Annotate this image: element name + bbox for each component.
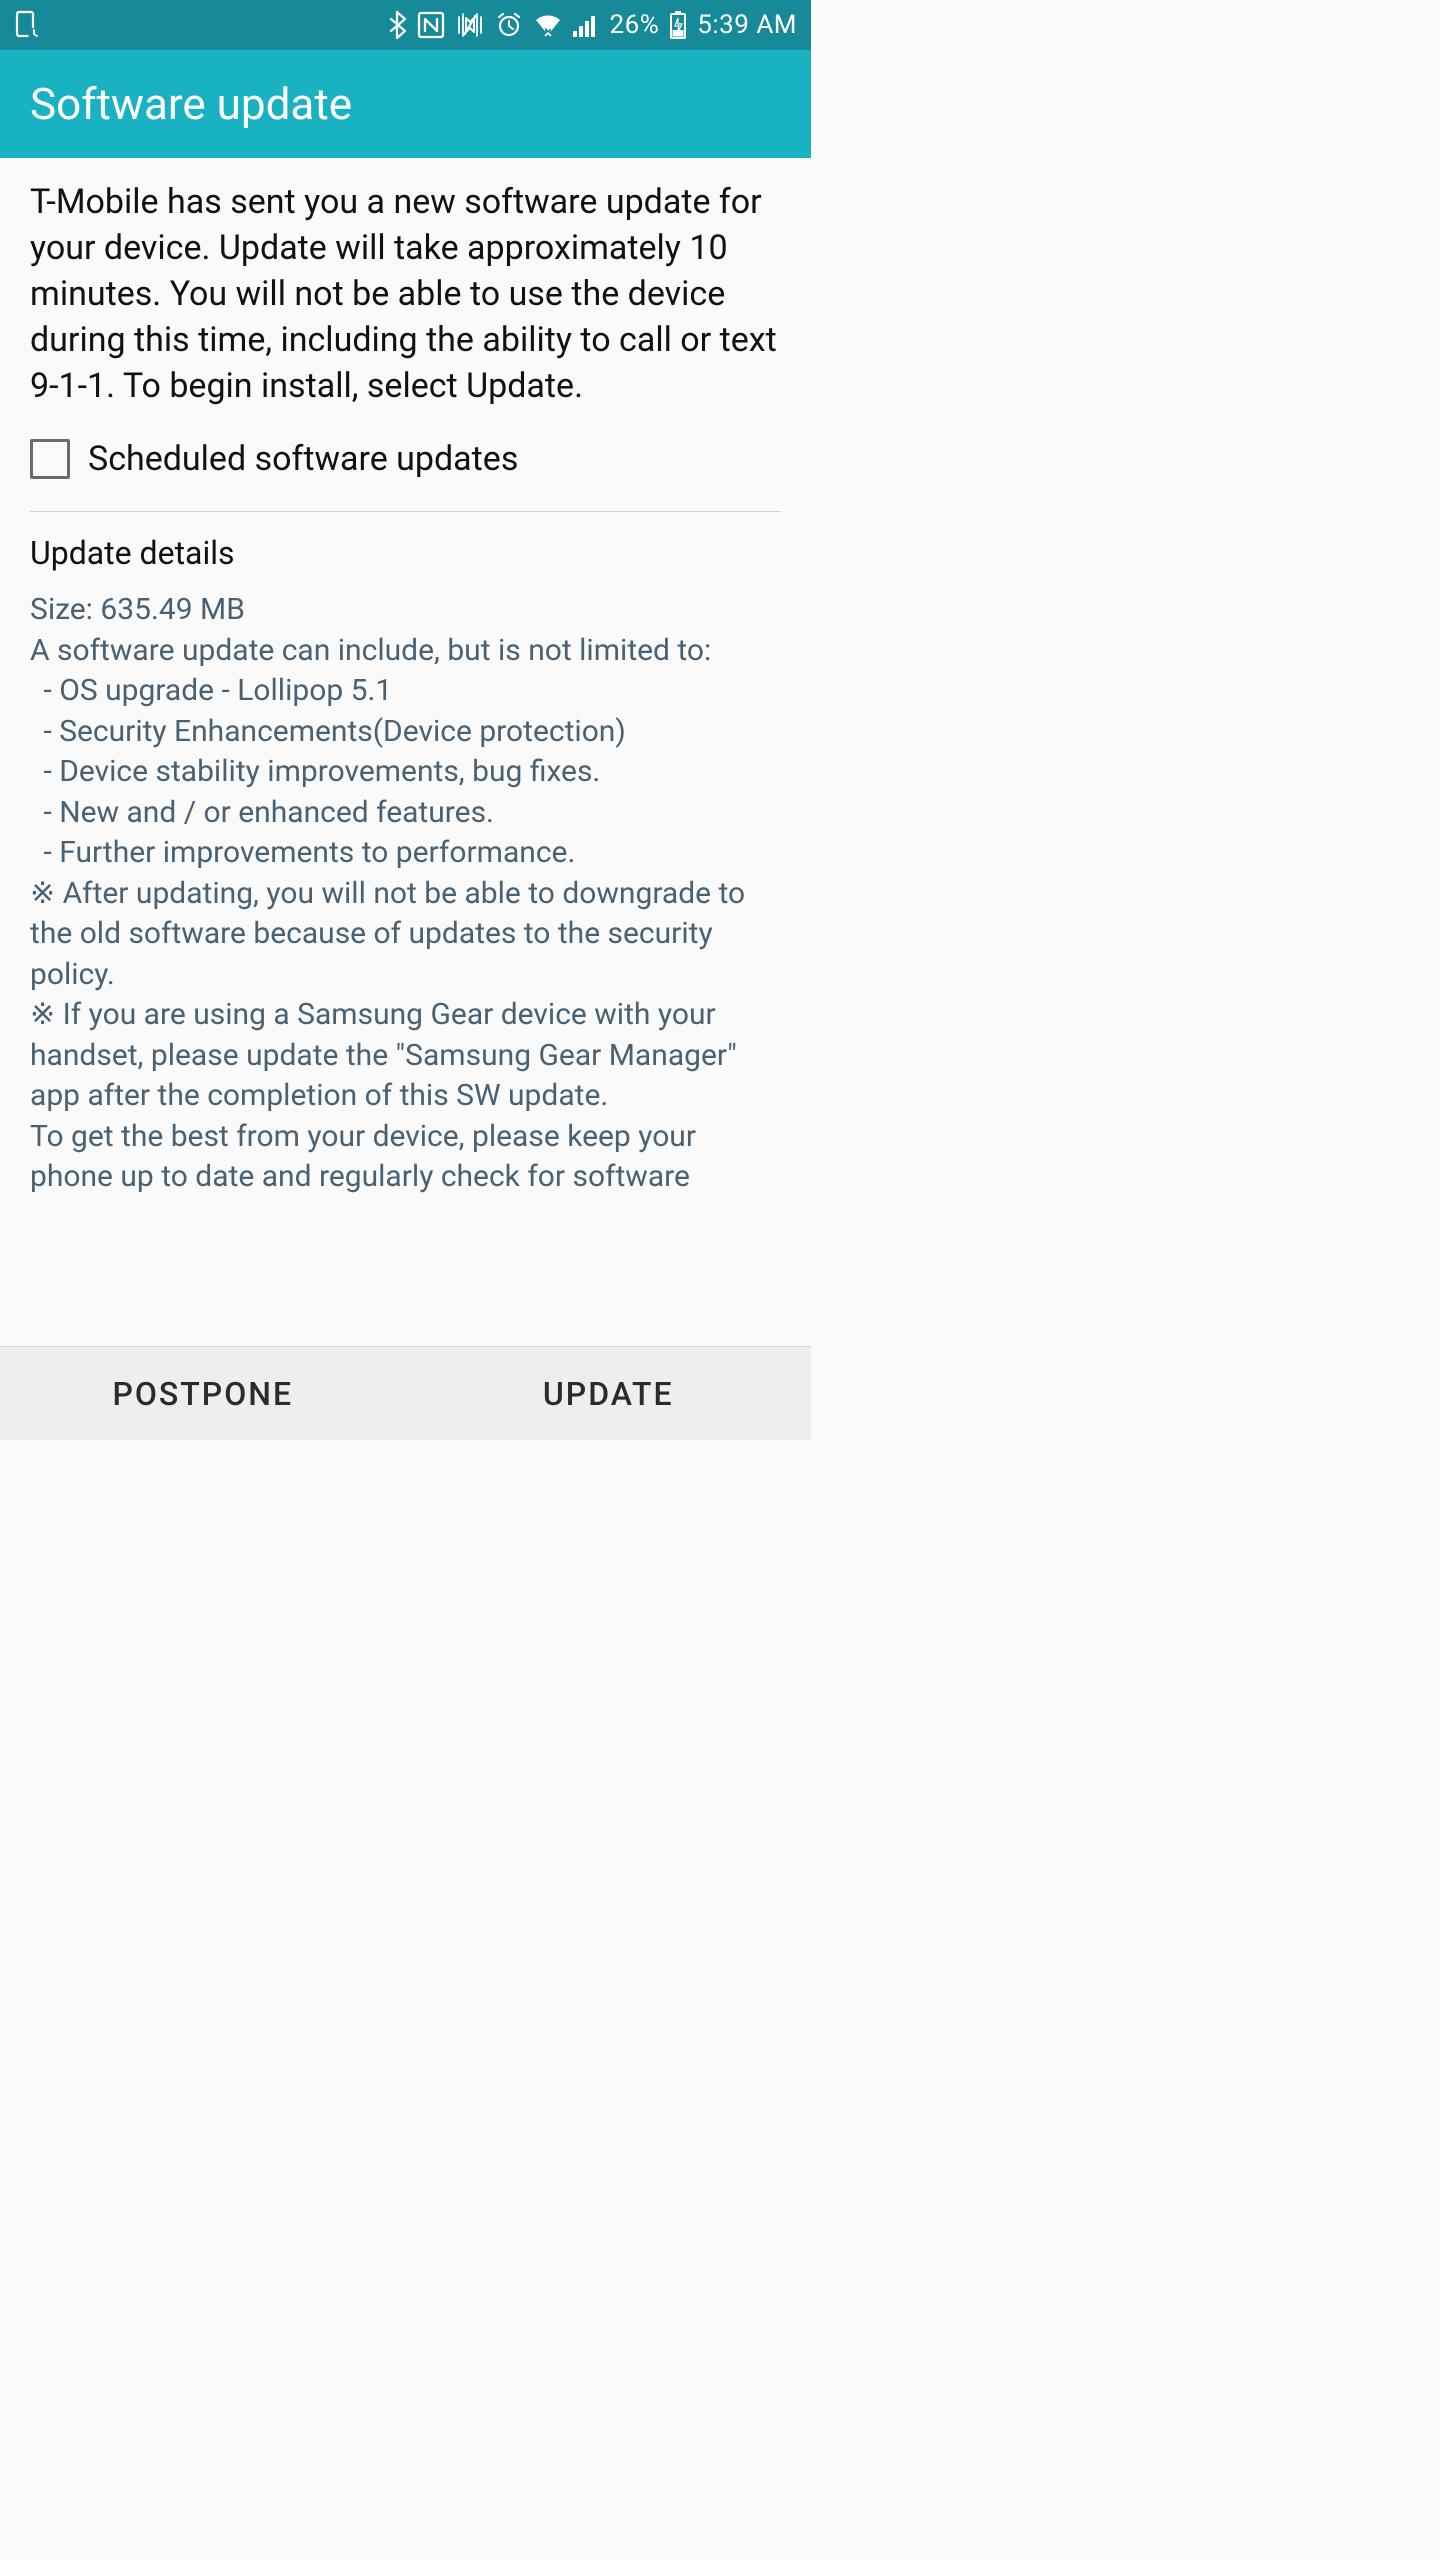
wifi-icon xyxy=(533,12,563,38)
update-includes-line: A software update can include, but is no… xyxy=(30,631,781,672)
update-size: Size: 635.49 MB xyxy=(30,590,781,631)
update-note: ※ After updating, you will not be able t… xyxy=(30,874,781,996)
divider xyxy=(30,511,781,512)
button-bar: POSTPONE UPDATE xyxy=(0,1346,811,1440)
vibrate-icon xyxy=(455,11,485,39)
status-bar: 26% 5:39 AM xyxy=(0,0,811,50)
update-intro-text: T-Mobile has sent you a new software upd… xyxy=(30,180,781,409)
page-title: Software update xyxy=(30,78,352,130)
bluetooth-icon xyxy=(387,10,407,40)
clock-time: 5:39 AM xyxy=(697,10,797,40)
tablet-sync-icon xyxy=(14,10,42,40)
update-note: ※ If you are using a Samsung Gear device… xyxy=(30,995,781,1117)
update-footer-text: To get the best from your device, please… xyxy=(30,1117,781,1198)
postpone-button[interactable]: POSTPONE xyxy=(0,1347,406,1440)
alarm-icon xyxy=(495,11,523,39)
update-bullet: - New and / or enhanced features. xyxy=(30,793,781,834)
signal-icon xyxy=(573,13,599,37)
update-bullet: - Device stability improvements, bug fix… xyxy=(30,752,781,793)
scheduled-updates-label: Scheduled software updates xyxy=(88,439,518,479)
content-area: T-Mobile has sent you a new software upd… xyxy=(0,158,811,1346)
update-bullet: - OS upgrade - Lollipop 5.1 xyxy=(30,671,781,712)
update-bullet: - Further improvements to performance. xyxy=(30,833,781,874)
update-details-body: Size: 635.49 MB A software update can in… xyxy=(30,590,781,1198)
scheduled-updates-checkbox[interactable] xyxy=(30,439,70,479)
app-bar: Software update xyxy=(0,50,811,158)
battery-charging-icon xyxy=(669,10,687,40)
update-details-heading: Update details xyxy=(30,534,781,572)
update-bullet: - Security Enhancements(Device protectio… xyxy=(30,712,781,753)
battery-percent: 26% xyxy=(609,10,659,40)
update-button[interactable]: UPDATE xyxy=(406,1347,812,1440)
scheduled-updates-row[interactable]: Scheduled software updates xyxy=(30,439,781,479)
nfc-icon xyxy=(417,11,445,39)
